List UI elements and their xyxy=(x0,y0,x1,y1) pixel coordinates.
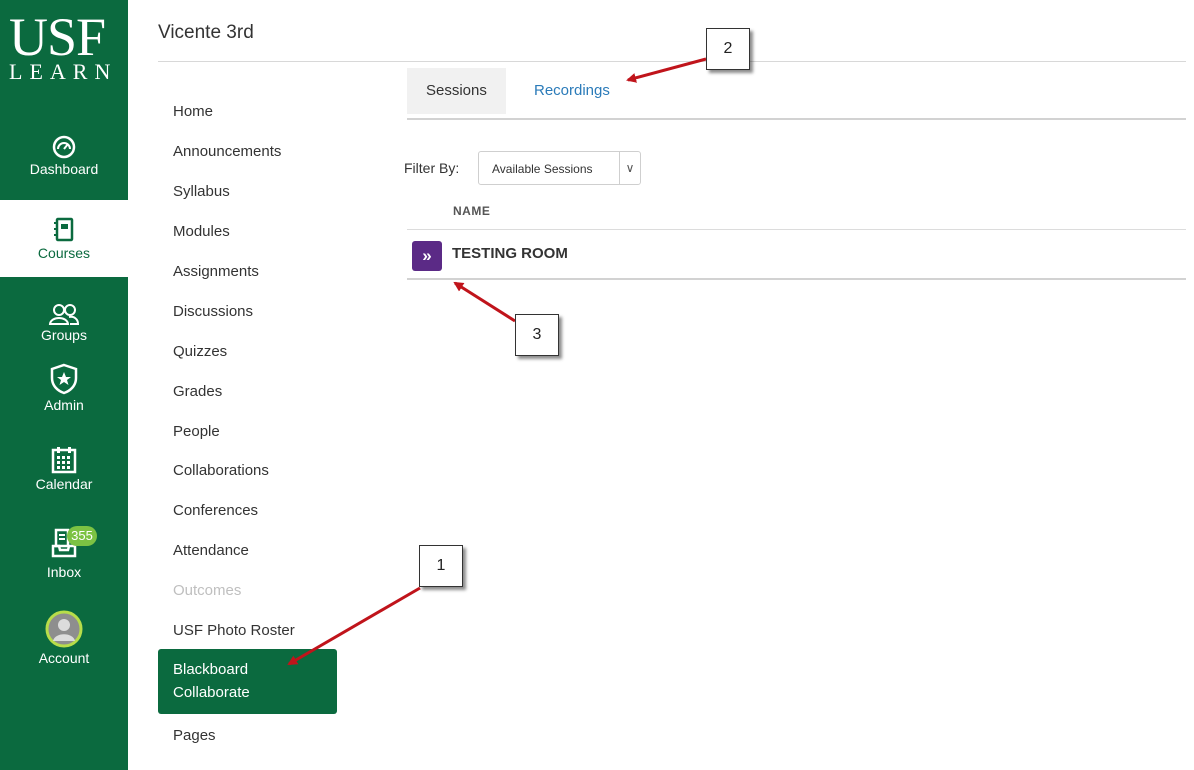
callout-1: 1 xyxy=(419,545,463,587)
callout-3: 3 xyxy=(515,314,559,356)
annotation-arrow-1 xyxy=(287,586,421,666)
callout-2: 2 xyxy=(706,28,750,70)
annotation-arrow-2 xyxy=(626,57,707,83)
annotation-arrow-3 xyxy=(453,281,516,323)
annotation-arrows xyxy=(287,57,707,666)
